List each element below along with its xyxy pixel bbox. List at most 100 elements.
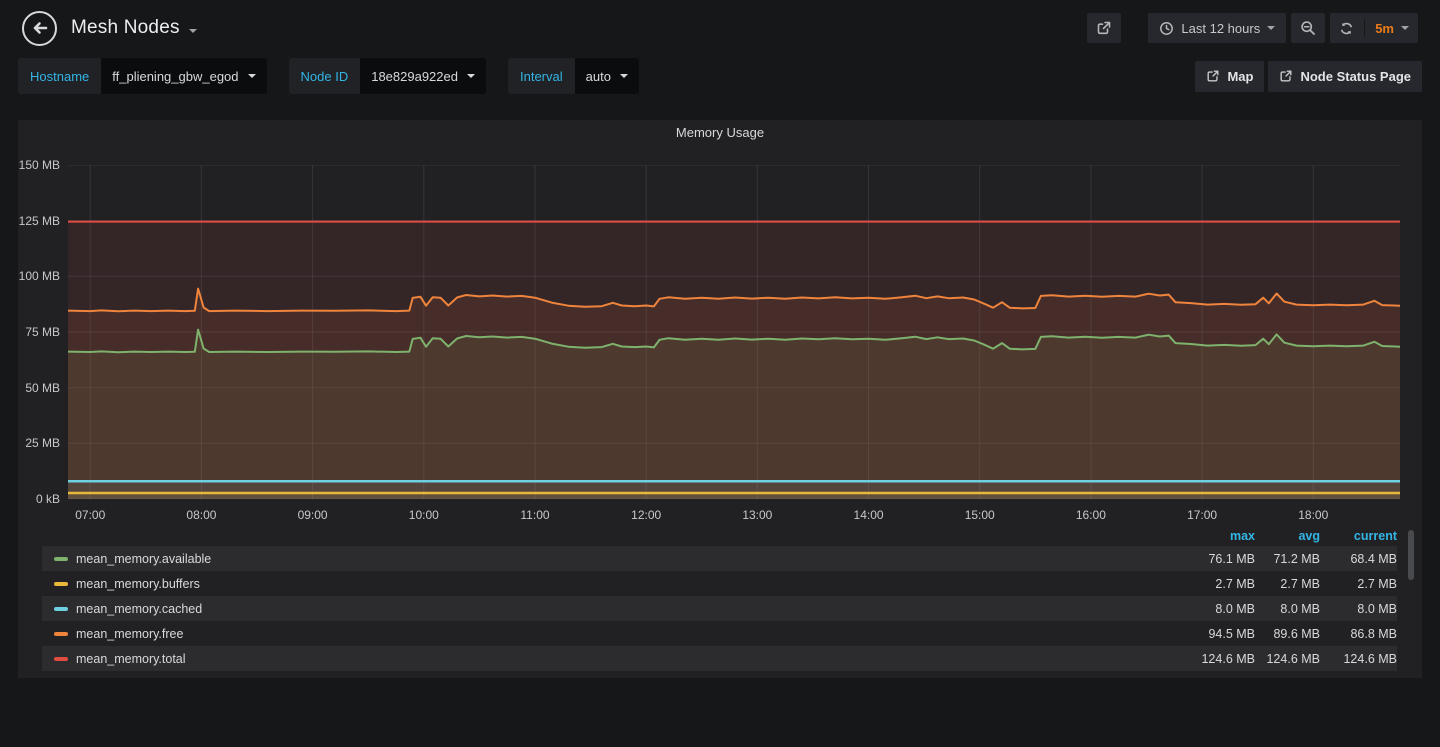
y-axis-tick: 100 MB xyxy=(18,269,60,283)
legend-avg-value: 2.7 MB xyxy=(1255,577,1320,591)
legend-series-toggle[interactable]: mean_memory.buffers xyxy=(42,577,1165,591)
node-status-page-link-button[interactable]: Node Status Page xyxy=(1268,61,1422,92)
legend-max-value: 124.6 MB xyxy=(1165,652,1255,666)
share-button[interactable] xyxy=(1087,13,1121,43)
variable-hostname-label: Hostname xyxy=(18,58,101,94)
refresh-icon xyxy=(1339,21,1354,36)
x-axis-tick: 11:00 xyxy=(520,508,549,522)
magnifier-minus-icon xyxy=(1300,20,1316,36)
refresh-button-group[interactable]: 5m xyxy=(1330,13,1418,43)
y-axis-tick: 0 kB xyxy=(18,492,60,506)
legend-series-name: mean_memory.available xyxy=(76,552,211,566)
legend-current-value: 86.8 MB xyxy=(1320,627,1397,641)
x-axis-tick: 18:00 xyxy=(1298,508,1328,522)
refresh-interval-value[interactable]: 5m xyxy=(1375,21,1394,36)
legend-series-name: mean_memory.buffers xyxy=(76,577,200,591)
x-axis-tick: 12:00 xyxy=(631,508,661,522)
dashboard-title-dropdown[interactable]: Mesh Nodes xyxy=(71,17,197,39)
external-link-icon xyxy=(1279,69,1293,83)
variable-interval: Interval auto xyxy=(508,58,639,94)
legend-series-toggle[interactable]: mean_memory.cached xyxy=(42,602,1165,616)
x-axis-tick: 14:00 xyxy=(854,508,884,522)
chevron-down-icon xyxy=(189,29,197,33)
legend-header: max avg current xyxy=(42,526,1397,546)
legend-table: max avg current mean_memory.available 76.… xyxy=(42,526,1397,671)
series-color-swatch-icon[interactable] xyxy=(54,607,68,611)
legend-max-value: 94.5 MB xyxy=(1165,627,1255,641)
x-axis-tick: 13:00 xyxy=(742,508,772,522)
back-button[interactable] xyxy=(22,11,57,46)
variable-nodeid-select[interactable]: 18e829a922ed xyxy=(360,58,486,94)
chevron-down-icon xyxy=(248,74,256,78)
variable-interval-select[interactable]: auto xyxy=(575,58,639,94)
legend-avg-value: 124.6 MB xyxy=(1255,652,1320,666)
legend-max-value: 2.7 MB xyxy=(1165,577,1255,591)
y-axis-tick: 150 MB xyxy=(18,158,60,172)
legend-series-name: mean_memory.cached xyxy=(76,602,202,616)
legend-avg-value: 71.2 MB xyxy=(1255,552,1320,566)
series-color-swatch-icon[interactable] xyxy=(54,582,68,586)
legend-series-name: mean_memory.total xyxy=(76,652,186,666)
legend-series-toggle[interactable]: mean_memory.total xyxy=(42,652,1165,666)
legend-row: mean_memory.free 94.5 MB89.6 MB86.8 MB xyxy=(42,621,1397,646)
x-axis-tick: 16:00 xyxy=(1076,508,1106,522)
variable-hostname-select[interactable]: ff_pliening_gbw_egod xyxy=(101,58,266,94)
x-axis-tick: 08:00 xyxy=(186,508,216,522)
x-axis-tick: 09:00 xyxy=(298,508,328,522)
variable-interval-value: auto xyxy=(586,69,611,84)
y-axis-tick: 75 MB xyxy=(18,325,60,339)
x-axis-tick: 07:00 xyxy=(75,508,105,522)
legend-series-name: mean_memory.free xyxy=(76,627,183,641)
legend-current-value: 2.7 MB xyxy=(1320,577,1397,591)
x-axis-tick: 15:00 xyxy=(965,508,995,522)
divider xyxy=(1364,19,1365,37)
legend-series-toggle[interactable]: mean_memory.available xyxy=(42,552,1165,566)
memory-usage-panel: Memory Usage 0 kB 25 MB 50 MB 75 MB 100 MB 12… xyxy=(18,120,1422,678)
clock-icon xyxy=(1159,21,1174,36)
legend-col-current[interactable]: current xyxy=(1320,529,1397,543)
memory-usage-chart-plot[interactable] xyxy=(68,165,1400,499)
variable-nodeid: Node ID 18e829a922ed xyxy=(289,58,486,94)
y-axis-tick: 50 MB xyxy=(18,381,60,395)
legend-current-value: 124.6 MB xyxy=(1320,652,1397,666)
external-link-icon xyxy=(1206,69,1220,83)
zoom-out-button[interactable] xyxy=(1291,13,1325,43)
dashboard-title: Mesh Nodes xyxy=(71,17,180,39)
legend-row: mean_memory.available 76.1 MB71.2 MB68.4 … xyxy=(42,546,1397,571)
legend-scrollbar-thumb[interactable] xyxy=(1408,530,1414,580)
legend-current-value: 68.4 MB xyxy=(1320,552,1397,566)
legend-max-value: 76.1 MB xyxy=(1165,552,1255,566)
legend-row: mean_memory.total124.6 MB124.6 MB124.6 M… xyxy=(42,646,1397,671)
legend-current-value: 8.0 MB xyxy=(1320,602,1397,616)
chevron-down-icon xyxy=(620,74,628,78)
chevron-down-icon xyxy=(1267,26,1275,30)
variable-nodeid-value: 18e829a922ed xyxy=(371,69,458,84)
x-axis-tick: 10:00 xyxy=(409,508,439,522)
x-axis-tick: 17:00 xyxy=(1187,508,1217,522)
y-axis-tick: 125 MB xyxy=(18,214,60,228)
panel-title[interactable]: Memory Usage xyxy=(18,125,1422,140)
legend-col-avg[interactable]: avg xyxy=(1255,529,1320,543)
variable-hostname: Hostname ff_pliening_gbw_egod xyxy=(18,58,267,94)
map-link-label: Map xyxy=(1227,69,1253,84)
legend-col-max[interactable]: max xyxy=(1165,529,1255,543)
dashboard-submenu: Hostname ff_pliening_gbw_egod Node ID 18… xyxy=(0,58,1440,94)
chevron-down-icon xyxy=(1401,26,1409,30)
dashboard-header: Mesh Nodes Last 12 hours xyxy=(0,0,1440,56)
legend-series-toggle[interactable]: mean_memory.free xyxy=(42,627,1165,641)
variable-interval-label: Interval xyxy=(508,58,575,94)
legend-max-value: 8.0 MB xyxy=(1165,602,1255,616)
series-color-swatch-icon[interactable] xyxy=(54,657,68,661)
time-range-label: Last 12 hours xyxy=(1181,21,1260,36)
variable-nodeid-label: Node ID xyxy=(289,58,361,94)
series-color-swatch-icon[interactable] xyxy=(54,557,68,561)
legend-avg-value: 8.0 MB xyxy=(1255,602,1320,616)
legend-row: mean_memory.buffers2.7 MB2.7 MB2.7 MB xyxy=(42,571,1397,596)
time-range-picker[interactable]: Last 12 hours xyxy=(1148,13,1286,43)
legend-row: mean_memory.cached8.0 MB8.0 MB8.0 MB xyxy=(42,596,1397,621)
map-link-button[interactable]: Map xyxy=(1195,61,1264,92)
series-color-swatch-icon[interactable] xyxy=(54,632,68,636)
legend-avg-value: 89.6 MB xyxy=(1255,627,1320,641)
node-status-page-link-label: Node Status Page xyxy=(1300,69,1411,84)
y-axis-tick: 25 MB xyxy=(18,436,60,450)
